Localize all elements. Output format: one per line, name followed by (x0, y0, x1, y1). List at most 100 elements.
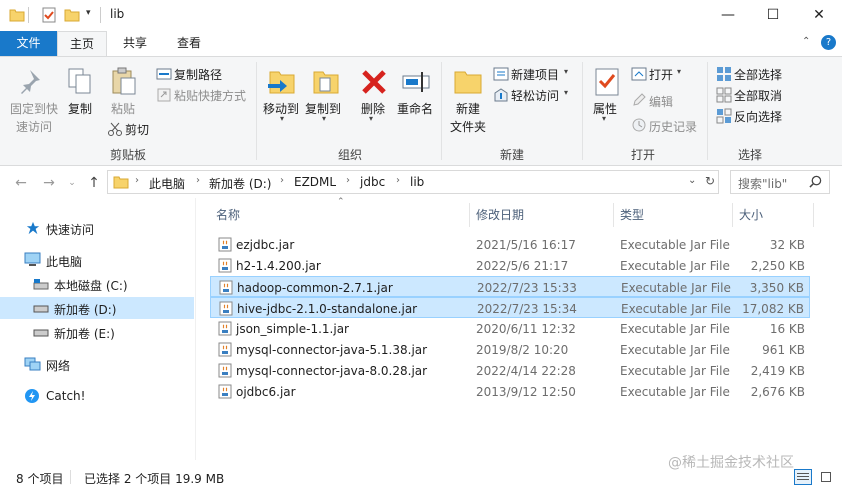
column-header-name[interactable]: 名称 (216, 206, 240, 223)
chevron-down-icon: ▾ (280, 114, 285, 123)
invert-selection-button[interactable]: 反向选择 (734, 108, 782, 125)
breadcrumb-separator-icon[interactable]: › (396, 175, 400, 186)
breadcrumb-item[interactable]: EZDML (294, 175, 336, 189)
tab-home[interactable]: 主页 (57, 31, 107, 56)
nav-label: 网络 (46, 359, 71, 373)
properties-check-icon[interactable] (41, 7, 57, 23)
nav-label: 新加卷 (E:) (54, 327, 115, 341)
file-row[interactable]: hadoop-common-2.7.1.jar 2022/7/23 15:33 Ex… (210, 276, 810, 297)
back-button[interactable]: ← (11, 173, 31, 193)
invert-selection-icon (716, 108, 732, 124)
edit-button[interactable]: 编辑 (649, 93, 673, 110)
address-dropdown-icon[interactable]: ⌄ (688, 175, 696, 186)
file-size: 17,082 KB (742, 302, 804, 316)
breadcrumb-item[interactable]: lib (410, 175, 424, 189)
history-icon (632, 118, 646, 132)
select-all-button[interactable]: 全部选择 (734, 66, 782, 83)
details-view-icon (797, 473, 809, 474)
up-button[interactable]: ↑ (84, 173, 104, 193)
chevron-down-icon: ▾ (677, 67, 682, 76)
file-size: 16 KB (769, 322, 805, 336)
search-icon[interactable] (809, 175, 822, 188)
collapse-ribbon-icon[interactable]: ⌃ (802, 36, 810, 47)
recent-locations-button[interactable]: ⌄ (62, 173, 82, 193)
forward-button[interactable]: → (39, 173, 59, 193)
new-folder-label-2[interactable]: 文件夹 (450, 118, 486, 135)
maximize-button[interactable]: ☐ (750, 0, 796, 31)
breadcrumb-item[interactable]: 新加卷 (D:) (209, 175, 271, 192)
breadcrumb-separator-icon[interactable]: › (135, 175, 139, 186)
file-row[interactable]: json_simple-1.1.jar 2020/6/11 12:32 Execut… (210, 318, 810, 339)
pin-icon (21, 70, 40, 94)
file-row[interactable]: mysql-connector-java-8.0.28.jar 2022/4/14… (210, 360, 810, 381)
rename-button[interactable]: 重命名 (397, 100, 433, 117)
nav-item-this-pc[interactable]: 此电脑 (0, 249, 194, 271)
paste-button[interactable]: 粘贴 (111, 100, 135, 117)
breadcrumb-separator-icon[interactable]: › (196, 175, 200, 186)
nav-item-drive-d[interactable]: 新加卷 (D:) (0, 297, 194, 319)
column-divider[interactable] (813, 203, 814, 227)
copy-path-button[interactable]: 复制路径 (174, 66, 222, 83)
pin-quick-access-label-1[interactable]: 固定到快 (10, 100, 58, 117)
large-icons-view-button[interactable] (818, 469, 836, 485)
new-folder-label-1[interactable]: 新建 (456, 100, 480, 117)
nav-label: 本地磁盘 (C:) (54, 279, 128, 293)
select-all-icon (717, 67, 731, 81)
file-date: 2019/8/2 10:20 (476, 343, 569, 357)
move-to-icon (268, 71, 295, 94)
minimize-button[interactable]: — (705, 0, 751, 31)
file-size: 32 KB (769, 238, 805, 252)
select-none-button[interactable]: 全部取消 (734, 87, 782, 104)
close-icon: ✕ (813, 7, 825, 23)
help-icon[interactable]: ? (821, 35, 836, 50)
nav-item-drive-e[interactable]: 新加卷 (E:) (0, 321, 194, 343)
copy-to-icon (313, 71, 339, 94)
details-view-button[interactable] (794, 469, 812, 485)
column-header-date[interactable]: 修改日期 (476, 206, 524, 223)
paste-icon (112, 67, 136, 95)
tab-share[interactable]: 共享 (112, 31, 158, 56)
paste-shortcut-button[interactable]: 粘贴快捷方式 (174, 87, 246, 104)
column-header-type[interactable]: 类型 (620, 206, 644, 223)
chevron-down-icon: ▾ (564, 67, 569, 76)
new-folder-icon[interactable] (64, 7, 80, 23)
file-row[interactable]: mysql-connector-java-5.1.38.jar 2019/8/2 … (210, 339, 810, 360)
drive-icon (33, 305, 49, 313)
refresh-icon[interactable]: ↻ (705, 174, 715, 188)
breadcrumb-item[interactable]: jdbc (360, 175, 385, 189)
column-divider[interactable] (613, 203, 614, 227)
copy-button[interactable]: 复制 (68, 100, 92, 117)
file-row[interactable]: ezjdbc.jar 2021/5/16 16:17 Executable Jar … (210, 234, 810, 255)
cut-button[interactable]: 剪切 (125, 121, 149, 138)
breadcrumb-separator-icon[interactable]: › (280, 175, 284, 186)
tab-view[interactable]: 查看 (166, 31, 212, 56)
quick-access-dropdown-icon[interactable]: ▾ (86, 8, 91, 18)
group-label-clipboard: 剪贴板 (109, 148, 146, 162)
breadcrumb-separator-icon[interactable]: › (346, 175, 350, 186)
status-selection: 已选择 2 个项目 19.9 MB (84, 472, 225, 486)
easy-access-button[interactable]: 轻松访问 (511, 87, 559, 104)
pin-quick-access-label-2[interactable]: 速访问 (16, 118, 52, 135)
file-row[interactable]: hive-jdbc-2.1.0-standalone.jar 2022/7/23 … (210, 297, 810, 318)
breadcrumb-item[interactable]: 此电脑 (149, 175, 185, 192)
nav-item-catch[interactable]: Catch! (0, 385, 194, 407)
file-name: h2-1.4.200.jar (236, 259, 321, 273)
file-row[interactable]: ojdbc6.jar 2013/9/12 12:50 Executable Jar … (210, 381, 810, 402)
status-divider (70, 470, 71, 484)
nav-item-drive-c[interactable]: 本地磁盘 (C:) (0, 273, 194, 295)
close-button[interactable]: ✕ (796, 0, 842, 31)
new-item-button[interactable]: 新建项目 (511, 66, 559, 83)
column-divider[interactable] (469, 203, 470, 227)
column-header-size[interactable]: 大小 (739, 206, 763, 223)
nav-item-quick-access[interactable]: 快速访问 (0, 217, 194, 239)
history-button[interactable]: 历史记录 (649, 118, 697, 135)
open-button[interactable]: 打开 (649, 66, 673, 83)
jar-file-icon (219, 301, 233, 316)
file-name: ojdbc6.jar (236, 385, 296, 399)
column-divider[interactable] (732, 203, 733, 227)
tab-file[interactable]: 文件 (0, 31, 57, 56)
chevron-down-icon: ▾ (602, 114, 607, 123)
nav-item-network[interactable]: 网络 (0, 353, 194, 375)
file-type: Executable Jar File (620, 385, 730, 399)
file-row[interactable]: h2-1.4.200.jar 2022/5/6 21:17 Executable J… (210, 255, 810, 276)
